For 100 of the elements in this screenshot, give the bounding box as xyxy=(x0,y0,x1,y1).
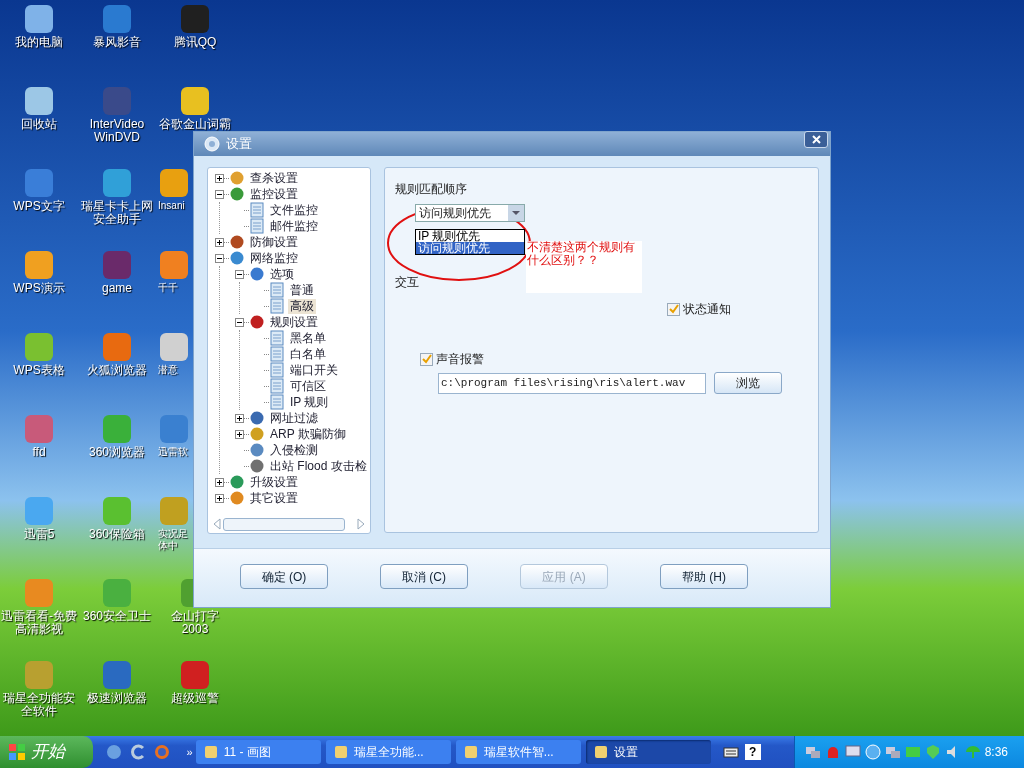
expander-button[interactable] xyxy=(235,269,244,279)
help-button[interactable]: ? xyxy=(744,744,761,760)
close-button[interactable] xyxy=(804,131,828,148)
icon-label: 火狐浏览器 xyxy=(86,364,148,377)
icon-label: 实况足体中 xyxy=(158,528,189,552)
icon-label: ffd xyxy=(31,446,47,459)
expander-button[interactable] xyxy=(215,189,224,199)
icon-label: 潜意 xyxy=(158,364,179,376)
page-icon xyxy=(269,394,285,410)
app-icon[interactable] xyxy=(23,249,55,281)
network-icon[interactable] xyxy=(804,744,821,760)
icon-label: 迅雷5 xyxy=(22,528,56,541)
expander-button[interactable] xyxy=(215,253,224,263)
scrollbar-thumb[interactable] xyxy=(223,517,345,531)
expander-button[interactable] xyxy=(235,413,244,423)
app-icon[interactable] xyxy=(104,743,123,761)
expander-button[interactable] xyxy=(215,173,224,183)
page-icon xyxy=(249,218,265,234)
icon-label: 360保险箱 xyxy=(88,528,146,541)
tree-item[interactable]: 监控设置 xyxy=(248,186,300,202)
section-label: 规则匹配顺序 xyxy=(395,181,467,197)
icon-label: 极速浏览器 xyxy=(86,692,148,705)
expander-button[interactable] xyxy=(235,429,244,439)
tree-item[interactable]: 入侵检测 xyxy=(268,442,320,458)
app-icon xyxy=(463,745,478,759)
app-icon[interactable] xyxy=(23,331,55,363)
tree-item[interactable]: 选项 xyxy=(268,266,296,282)
tree-item[interactable]: 高级 xyxy=(288,298,316,314)
icon-label: 瑞星卡卡上网安全助手 xyxy=(80,200,154,226)
tree-item[interactable]: 查杀设置 xyxy=(248,170,300,186)
app-icon xyxy=(593,745,608,759)
tree-item[interactable]: 文件监控 xyxy=(268,202,320,218)
expander-button[interactable] xyxy=(215,237,224,247)
window-title: 设置 xyxy=(226,135,252,154)
scroll-right-icon[interactable] xyxy=(357,518,365,530)
tree-item[interactable]: 白名单 xyxy=(288,346,328,362)
icon-label: 360浏览器 xyxy=(88,446,146,459)
tree-item[interactable]: 普通 xyxy=(288,282,316,298)
icon-label: 超级巡警 xyxy=(170,692,220,705)
app-icon[interactable] xyxy=(158,167,190,199)
taskbar-button[interactable]: 11 - 画图 xyxy=(195,740,321,764)
app-icon[interactable] xyxy=(128,743,147,761)
icon-label: 迅雷软 xyxy=(158,446,189,458)
umbrella-icon[interactable] xyxy=(964,744,981,760)
page-icon xyxy=(269,330,285,346)
app-icon[interactable] xyxy=(101,659,133,691)
tree-item[interactable]: 可信区 xyxy=(288,378,328,394)
icon-label: 千千 xyxy=(158,282,179,294)
app-icon xyxy=(333,745,348,759)
tree-item[interactable]: 其它设置 xyxy=(248,490,300,506)
app-icon[interactable] xyxy=(158,249,190,281)
app-icon[interactable] xyxy=(179,85,211,117)
tree-item[interactable]: 黑名单 xyxy=(288,330,328,346)
network-icon[interactable] xyxy=(884,744,901,760)
dialog-button[interactable]: 确定 (O) xyxy=(240,564,328,589)
dropdown-option[interactable]: 访问规则优先 xyxy=(416,242,524,254)
dialog-button[interactable]: 取消 (C) xyxy=(380,564,468,589)
app-icon[interactable] xyxy=(179,659,211,691)
scroll-left-icon[interactable] xyxy=(213,518,221,530)
sound-alarm-checkbox[interactable] xyxy=(420,352,433,366)
taskbar-button[interactable]: 瑞星软件智... xyxy=(455,740,581,764)
expander-button[interactable] xyxy=(215,477,224,487)
taskbar-button[interactable]: 设置 xyxy=(585,740,711,764)
clock: 8:36 xyxy=(984,744,1008,761)
monitor-icon[interactable] xyxy=(844,744,861,760)
tree-item[interactable]: 网络监控 xyxy=(248,250,300,266)
dialog-button[interactable]: 帮助 (H) xyxy=(660,564,748,589)
icon-label: WPS表格 xyxy=(12,364,66,377)
page-icon xyxy=(269,378,285,394)
icon-label: 迅雷看看-免费高清影视 xyxy=(0,610,78,636)
expander-button[interactable] xyxy=(235,317,244,327)
taskbar-button[interactable]: 瑞星全功能... xyxy=(325,740,451,764)
expander-button[interactable] xyxy=(215,493,224,503)
tree-item[interactable]: 规则设置 xyxy=(268,314,320,330)
icon-label: 腾讯QQ xyxy=(172,36,218,49)
rule-order-dropdown[interactable]: 访问规则优先 xyxy=(415,204,525,222)
page-icon xyxy=(269,346,285,362)
app-icon[interactable] xyxy=(158,331,190,363)
dropdown-option[interactable]: IP 规则优先 xyxy=(416,230,524,242)
app-icon[interactable] xyxy=(101,3,133,35)
tree-item[interactable]: 端口开关 xyxy=(288,362,340,378)
tree-item[interactable]: IP 规则 xyxy=(288,394,331,410)
tree-item[interactable]: 出站 Flood 攻击检 xyxy=(268,458,369,474)
sound-file-field[interactable]: c:\program files\rising\ris\alert.wav xyxy=(438,372,706,394)
browse-button[interactable]: 浏览 xyxy=(714,372,782,394)
tree-item[interactable]: 网址过滤 xyxy=(268,410,320,426)
tree-item[interactable]: 升级设置 xyxy=(248,474,300,490)
status-notify-checkbox[interactable] xyxy=(667,302,680,316)
more-button[interactable]: » xyxy=(186,743,193,761)
app-icon[interactable] xyxy=(23,85,55,117)
app-icon[interactable] xyxy=(23,3,55,35)
horizontal-scrollbar[interactable] xyxy=(213,517,365,531)
card-icon[interactable] xyxy=(904,744,921,760)
tree-item[interactable]: 邮件监控 xyxy=(268,218,320,234)
app-icon[interactable] xyxy=(101,167,133,199)
windows-logo-icon xyxy=(8,743,26,761)
keyboard-icon[interactable] xyxy=(722,745,739,759)
tree-item[interactable]: ARP 欺骗防御 xyxy=(268,426,348,442)
tree-item[interactable]: 防御设置 xyxy=(248,234,300,250)
checkbox-label: 状态通知 xyxy=(683,301,731,318)
